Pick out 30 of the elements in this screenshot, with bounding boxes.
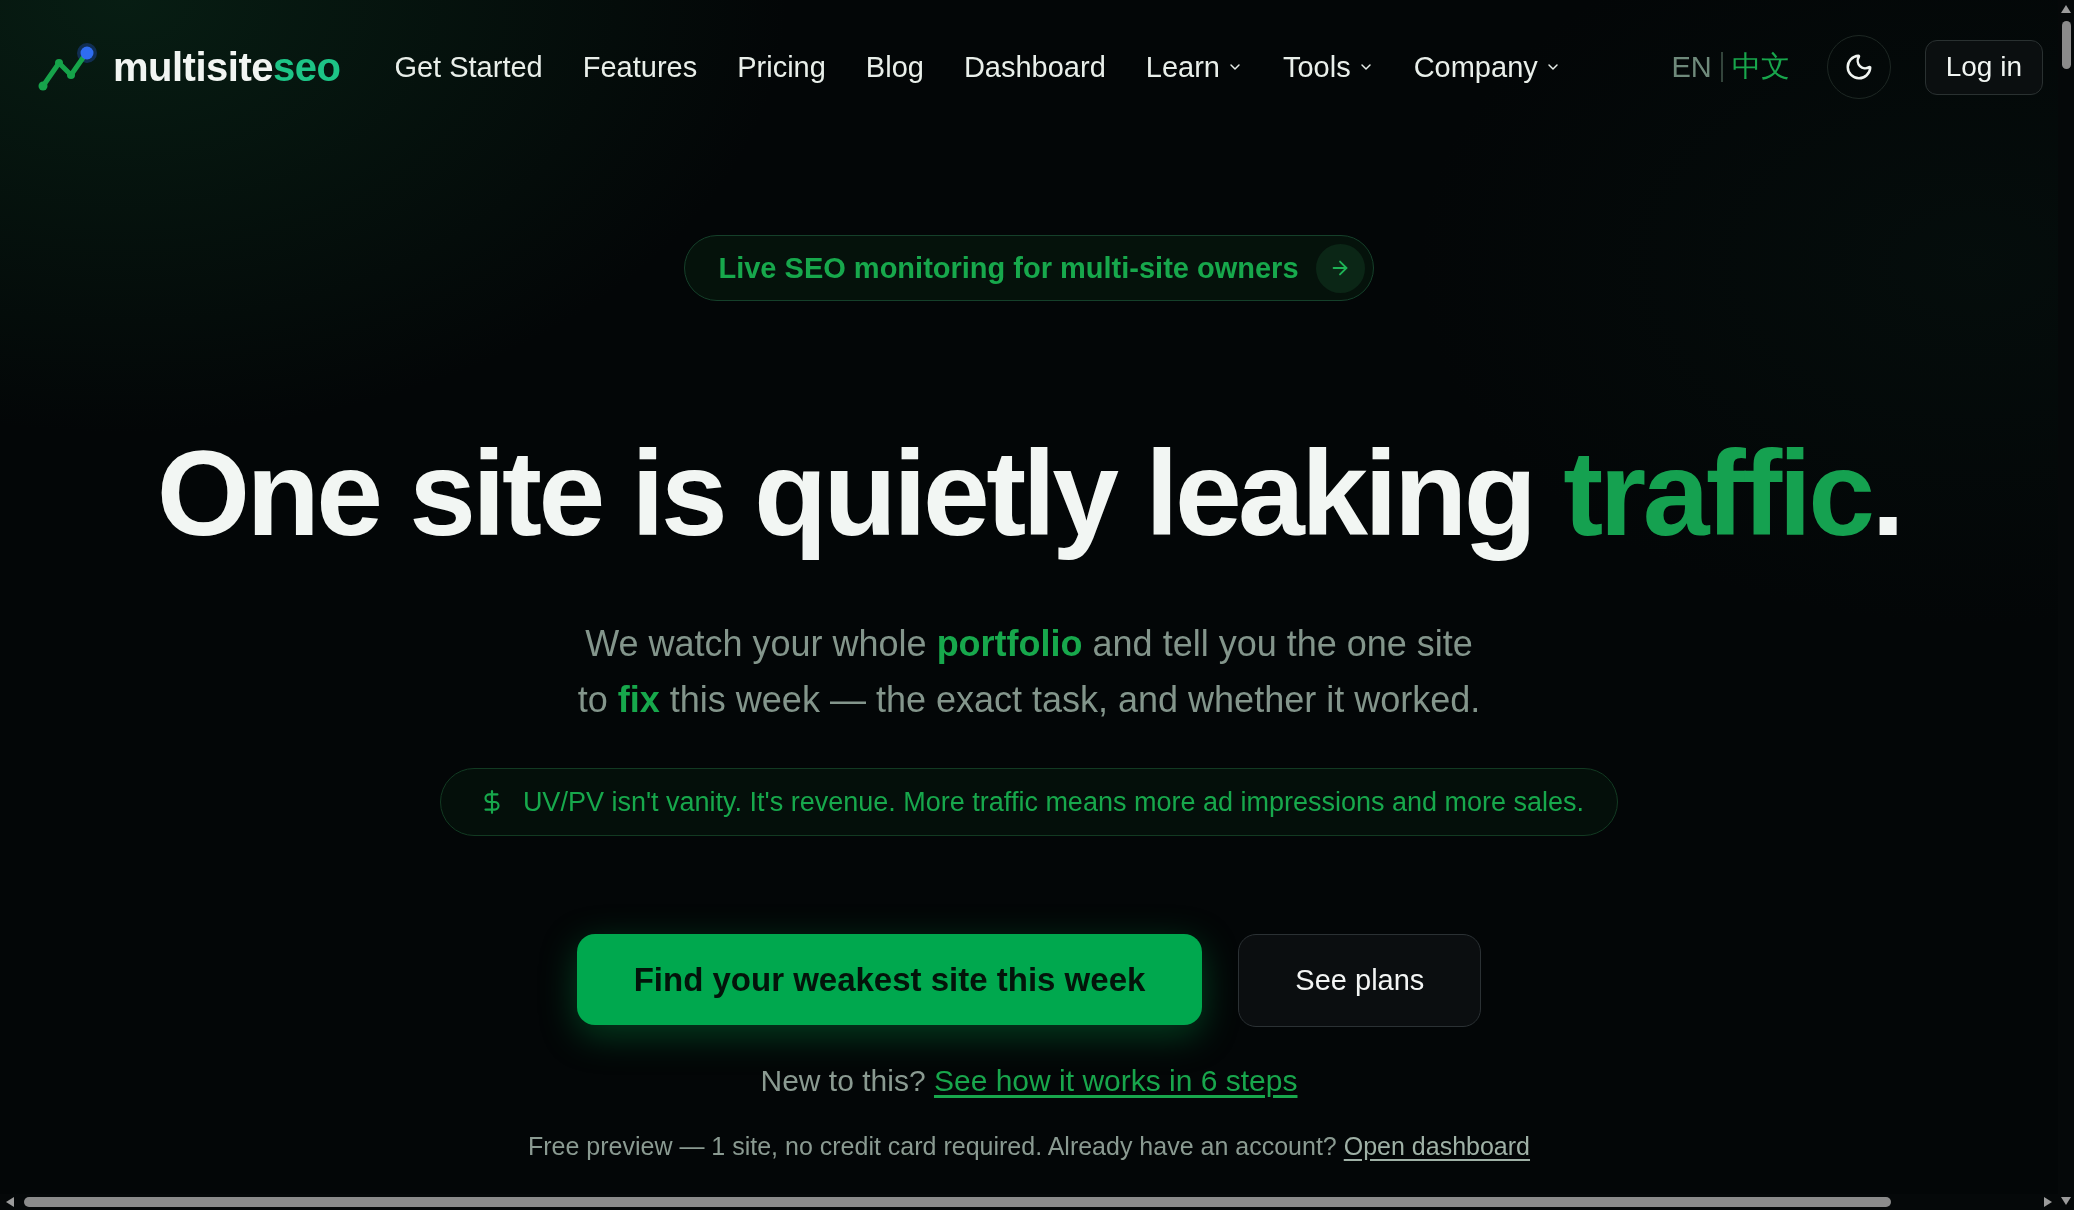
- account-note-text: Free preview — 1 site, no credit card required. Already have an account?: [528, 1130, 1337, 1162]
- open-dashboard-link[interactable]: Open dashboard: [1343, 1129, 1530, 1164]
- chart-line-icon: [37, 42, 97, 92]
- nav-link[interactable]: Pricing: [737, 50, 826, 84]
- nav-menu[interactable]: Learn: [1145, 50, 1243, 84]
- how-it-works-link[interactable]: See how it works in 6 steps: [933, 1061, 1298, 1102]
- nav-menu[interactable]: Tools: [1282, 50, 1374, 84]
- arrow-right-icon: [1315, 243, 1365, 293]
- nav-link[interactable]: Features: [582, 50, 698, 84]
- nav-link[interactable]: Blog: [865, 50, 924, 84]
- primary-cta-button[interactable]: Find your weakest site this week: [576, 934, 1203, 1025]
- scrollbar-thumb[interactable]: [2061, 21, 2071, 69]
- revenue-text: UV/PV isn't vanity. It's revenue. More traffic means more ad impressions and more sales.: [522, 786, 1585, 818]
- secondary-cta-button[interactable]: See plans: [1238, 934, 1482, 1027]
- announcement-link[interactable]: Live SEO monitoring for multi-site owners: [684, 235, 1374, 301]
- login-button[interactable]: Log in: [1924, 39, 2043, 95]
- scroll-down-arrow-icon[interactable]: [2061, 1197, 2071, 1205]
- scroll-up-arrow-icon[interactable]: [2061, 5, 2071, 13]
- language-option[interactable]: 中文: [1731, 47, 1790, 87]
- nav-link[interactable]: Get Started: [394, 50, 543, 84]
- scroll-right-arrow-icon[interactable]: [2044, 1197, 2052, 1207]
- scroll-left-arrow-icon[interactable]: [6, 1197, 14, 1207]
- nav-menu[interactable]: Company: [1413, 50, 1561, 84]
- hero-subtitle: We watch your whole portfolio and tell you the one site to fix this week — the exact task, and whether it worked.: [576, 622, 1482, 722]
- intro-note-text: New to this?: [760, 1063, 926, 1099]
- nav-link[interactable]: Dashboard: [963, 50, 1106, 84]
- scrollbar-thumb[interactable]: [24, 1197, 1891, 1207]
- logo-link[interactable]: multisiteseo: [37, 42, 341, 92]
- language-option[interactable]: EN: [1671, 50, 1712, 84]
- hero-headline: One site is quietly leaking traffic.: [156, 427, 1902, 559]
